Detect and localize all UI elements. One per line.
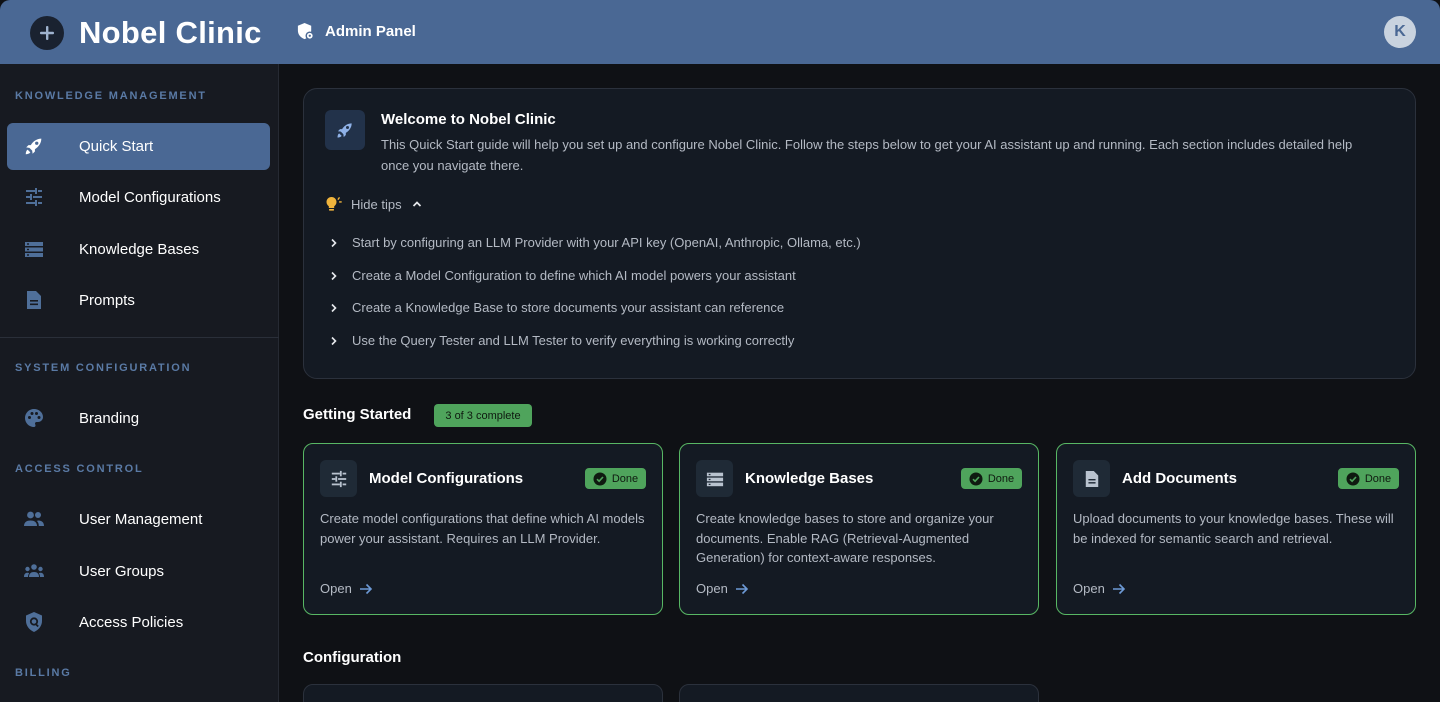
avatar[interactable]: K bbox=[1384, 16, 1416, 48]
status-label: Done bbox=[611, 472, 639, 485]
config-card[interactable] bbox=[303, 684, 663, 702]
document-icon bbox=[23, 289, 45, 311]
status-badge: Done bbox=[1338, 468, 1399, 489]
shield-icon bbox=[23, 611, 45, 633]
sidebar-item-user-management[interactable]: User Management bbox=[7, 496, 270, 543]
sidebar-item-label: Model Configurations bbox=[79, 189, 221, 206]
status-badge: Done bbox=[961, 468, 1022, 489]
arrow-right-icon bbox=[1112, 583, 1126, 595]
step-card-knowledge-bases[interactable]: Knowledge Bases Done Create knowledge ba… bbox=[679, 443, 1039, 615]
sidebar-item-prompts[interactable]: Prompts bbox=[7, 277, 270, 324]
sidebar-item-user-groups[interactable]: User Groups bbox=[7, 548, 270, 595]
top-header: Nobel Clinic Admin Panel K bbox=[0, 0, 1440, 64]
sidebar-item-model-configurations[interactable]: Model Configurations bbox=[7, 174, 270, 221]
status-label: Done bbox=[1364, 472, 1392, 485]
step-card-add-documents[interactable]: Add Documents Done Upload documents to y… bbox=[1056, 443, 1416, 615]
open-link[interactable]: Open bbox=[1073, 581, 1126, 596]
section-knowledge-management: KNOWLEDGE MANAGEMENT bbox=[15, 90, 207, 102]
open-label: Open bbox=[320, 581, 352, 596]
sidebar-item-branding[interactable]: Branding bbox=[7, 395, 270, 442]
arrow-right-icon bbox=[359, 583, 373, 595]
getting-started-title: Getting Started bbox=[303, 406, 412, 423]
step-card-title: Knowledge Bases bbox=[745, 470, 874, 487]
sidebar-item-quick-start[interactable]: Quick Start bbox=[7, 123, 270, 170]
tip-item: Create a Knowledge Base to store documen… bbox=[330, 300, 784, 315]
tip-text: Create a Knowledge Base to store documen… bbox=[352, 300, 785, 315]
section-access-control: ACCESS CONTROL bbox=[15, 463, 144, 475]
admin-panel-label: Admin Panel bbox=[325, 23, 416, 40]
tip-text: Use the Query Tester and LLM Tester to v… bbox=[352, 333, 795, 348]
open-link[interactable]: Open bbox=[696, 581, 749, 596]
sidebar-item-label: Prompts bbox=[79, 292, 135, 309]
open-label: Open bbox=[696, 581, 728, 596]
check-circle-icon bbox=[969, 472, 983, 486]
admin-panel-link[interactable]: Admin Panel bbox=[296, 22, 416, 41]
completion-badge: 3 of 3 complete bbox=[434, 404, 532, 427]
tip-text: Start by configuring an LLM Provider wit… bbox=[352, 235, 861, 250]
step-card-title: Add Documents bbox=[1122, 470, 1238, 487]
people-icon bbox=[23, 508, 45, 530]
sidebar-item-label: Knowledge Bases bbox=[79, 241, 200, 258]
step-card-description: Create knowledge bases to store and orga… bbox=[696, 511, 994, 565]
welcome-card: Welcome to Nobel Clinic This Quick Start… bbox=[303, 88, 1416, 379]
storage-icon bbox=[23, 238, 45, 260]
tip-text: Create a Model Configuration to define w… bbox=[352, 268, 796, 283]
document-icon bbox=[1073, 460, 1110, 497]
tune-icon bbox=[320, 460, 357, 497]
chevron-right-icon bbox=[330, 303, 338, 313]
status-badge: Done bbox=[585, 468, 646, 489]
sidebar-item-label: Branding bbox=[79, 410, 140, 427]
hide-tips-label: Hide tips bbox=[351, 196, 402, 212]
sidebar-item-label: Quick Start bbox=[79, 138, 154, 155]
arrow-right-icon bbox=[735, 583, 749, 595]
step-card-title: Model Configurations bbox=[369, 470, 524, 487]
rocket-icon bbox=[23, 135, 45, 157]
tip-item: Start by configuring an LLM Provider wit… bbox=[330, 235, 861, 250]
admin-shield-icon bbox=[296, 22, 315, 41]
check-circle-icon bbox=[1346, 472, 1360, 486]
tip-item: Create a Model Configuration to define w… bbox=[330, 268, 796, 283]
open-link[interactable]: Open bbox=[320, 581, 373, 596]
step-card-description: Upload documents to your knowledge bases… bbox=[1073, 511, 1394, 546]
section-system-configuration: SYSTEM CONFIGURATION bbox=[15, 362, 192, 374]
section-billing: BILLING bbox=[15, 667, 72, 679]
sidebar-item-access-policies[interactable]: Access Policies bbox=[7, 599, 270, 646]
check-circle-icon bbox=[593, 472, 607, 486]
config-card[interactable] bbox=[679, 684, 1039, 702]
sidebar-item-label: User Groups bbox=[79, 563, 165, 580]
step-card-model-configurations[interactable]: Model Configurations Done Create model c… bbox=[303, 443, 663, 615]
lightbulb-icon bbox=[324, 195, 342, 213]
sidebar-item-label: User Management bbox=[79, 511, 203, 528]
plus-icon[interactable] bbox=[30, 16, 64, 50]
groups-icon bbox=[23, 560, 45, 582]
chevron-right-icon bbox=[330, 336, 338, 346]
chevron-right-icon bbox=[330, 238, 338, 248]
welcome-title: Welcome to Nobel Clinic bbox=[381, 111, 556, 128]
tip-item: Use the Query Tester and LLM Tester to v… bbox=[330, 333, 794, 348]
sidebar-divider bbox=[0, 337, 279, 338]
chevron-right-icon bbox=[330, 271, 338, 281]
palette-icon bbox=[23, 407, 45, 429]
configuration-title: Configuration bbox=[303, 649, 402, 666]
sidebar: KNOWLEDGE MANAGEMENT Quick Start Model C… bbox=[0, 64, 279, 702]
storage-icon bbox=[696, 460, 733, 497]
tune-icon bbox=[23, 186, 45, 208]
status-label: Done bbox=[987, 472, 1015, 485]
rocket-icon bbox=[325, 110, 365, 150]
sidebar-item-label: Access Policies bbox=[79, 614, 184, 631]
open-label: Open bbox=[1073, 581, 1105, 596]
chevron-up-icon bbox=[411, 198, 423, 210]
app-title: Nobel Clinic bbox=[79, 15, 262, 50]
step-card-description: Create model configurations that define … bbox=[320, 511, 645, 546]
welcome-description: This Quick Start guide will help you set… bbox=[381, 137, 1353, 173]
sidebar-item-knowledge-bases[interactable]: Knowledge Bases bbox=[7, 226, 270, 273]
hide-tips-toggle[interactable]: Hide tips bbox=[324, 195, 423, 213]
